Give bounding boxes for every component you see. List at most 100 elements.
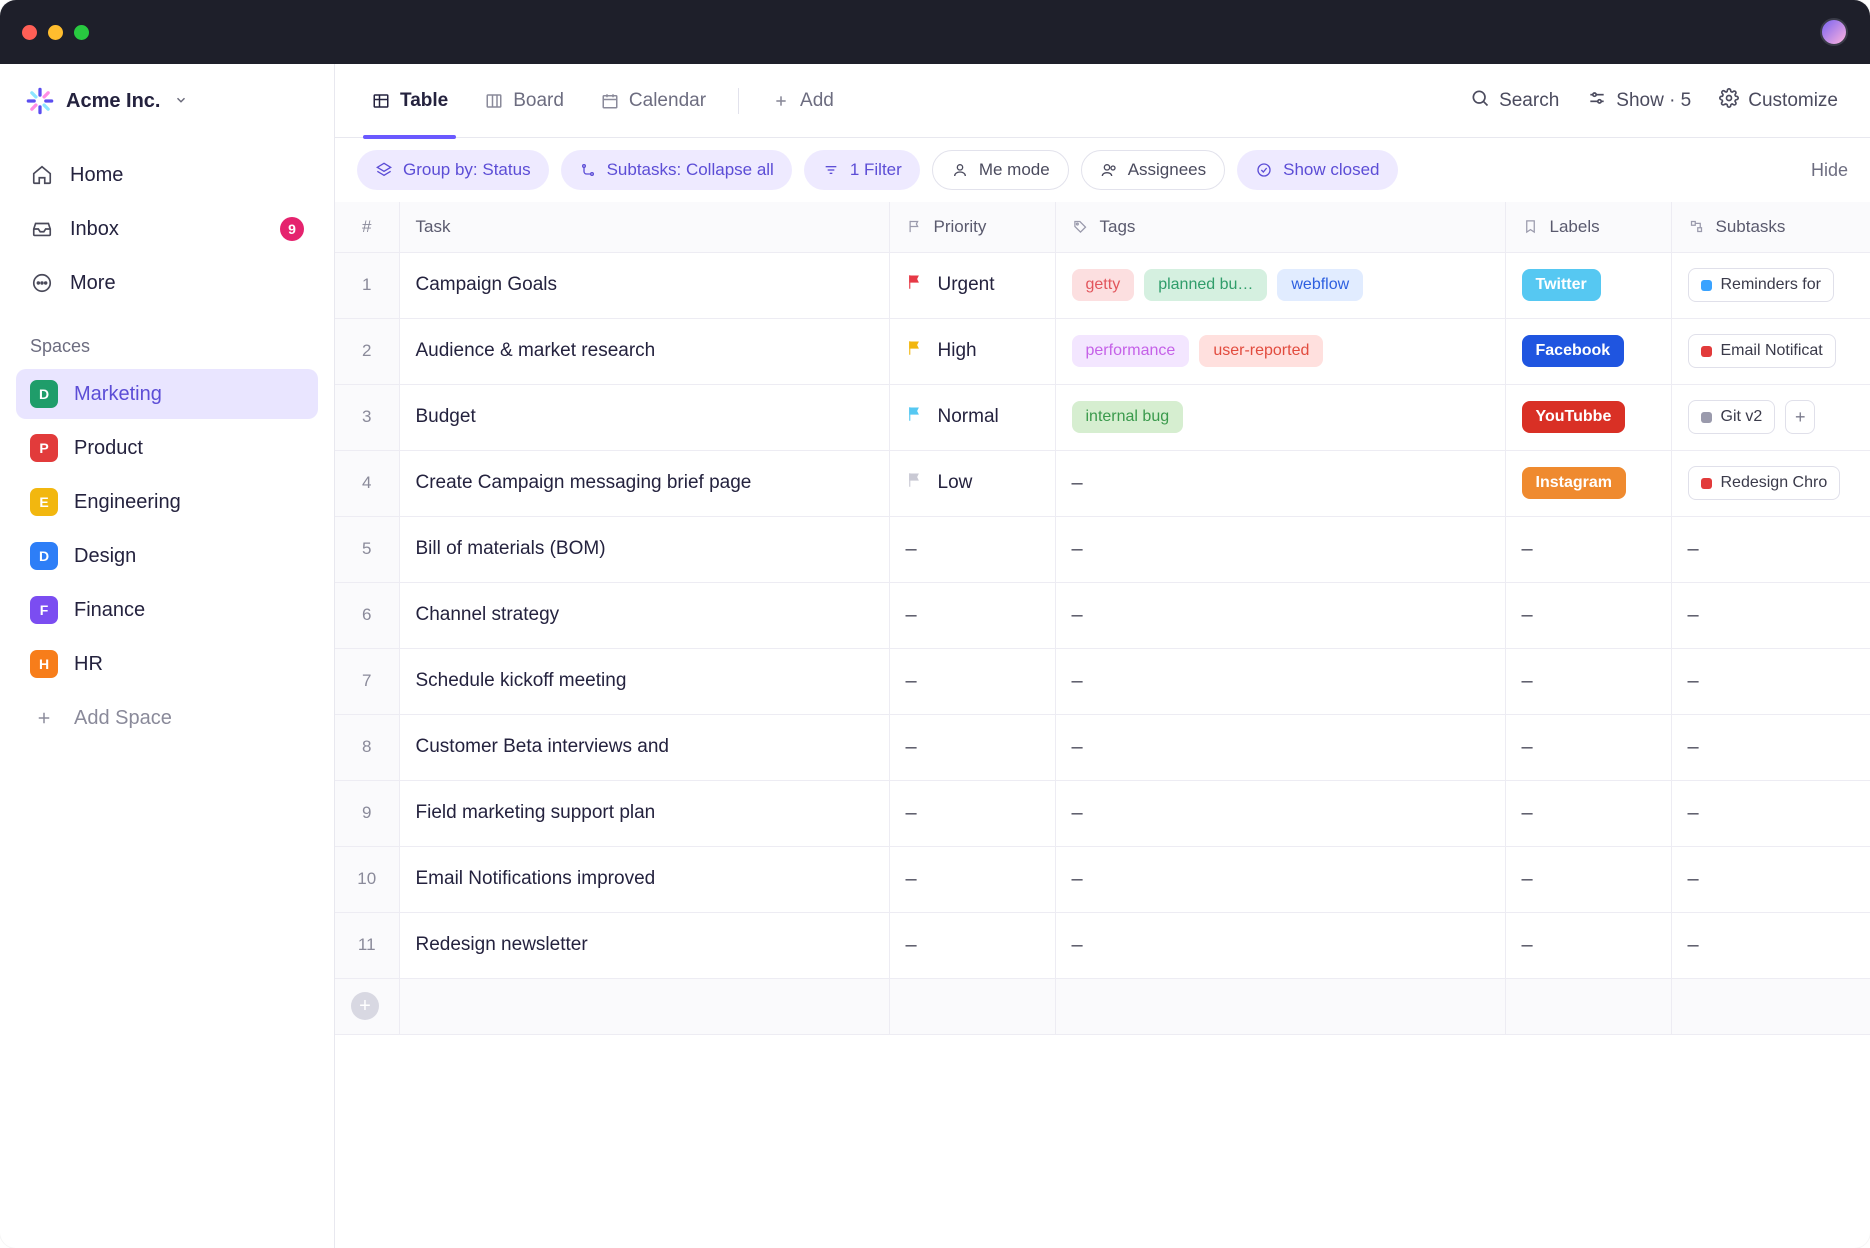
close-window[interactable] bbox=[22, 25, 37, 40]
tag[interactable]: getty bbox=[1072, 269, 1135, 301]
sidebar-space-product[interactable]: PProduct bbox=[16, 423, 318, 473]
tags-cell[interactable]: performanceuser-reported bbox=[1055, 318, 1505, 384]
priority-cell[interactable]: Normal bbox=[889, 384, 1055, 450]
task-name[interactable]: Field marketing support plan bbox=[399, 780, 889, 846]
tag[interactable]: internal bug bbox=[1072, 401, 1184, 433]
priority-cell[interactable]: – bbox=[889, 582, 1055, 648]
label-pill[interactable]: Instagram bbox=[1522, 467, 1626, 499]
tags-cell[interactable]: – bbox=[1055, 780, 1505, 846]
subtask-pill[interactable]: Git v2 bbox=[1688, 400, 1776, 434]
sidebar-space-design[interactable]: DDesign bbox=[16, 531, 318, 581]
column-task[interactable]: Task bbox=[399, 202, 889, 252]
task-name[interactable]: Audience & market research bbox=[399, 318, 889, 384]
tab-calendar[interactable]: Calendar bbox=[586, 64, 720, 138]
tags-cell[interactable]: – bbox=[1055, 714, 1505, 780]
minimize-window[interactable] bbox=[48, 25, 63, 40]
task-name[interactable]: Channel strategy bbox=[399, 582, 889, 648]
customize-button[interactable]: Customize bbox=[1709, 88, 1848, 114]
tag[interactable]: performance bbox=[1072, 335, 1190, 367]
tags-cell[interactable]: – bbox=[1055, 450, 1505, 516]
add-space-button[interactable]: Add Space bbox=[16, 693, 318, 743]
priority-cell[interactable]: – bbox=[889, 648, 1055, 714]
label-cell[interactable]: Facebook bbox=[1505, 318, 1671, 384]
table-row[interactable]: 1Campaign GoalsUrgentgettyplanned bu…web… bbox=[335, 252, 1870, 318]
tag[interactable]: webflow bbox=[1277, 269, 1363, 301]
priority-cell[interactable]: Low bbox=[889, 450, 1055, 516]
priority-cell[interactable]: – bbox=[889, 516, 1055, 582]
label-cell[interactable]: – bbox=[1505, 780, 1671, 846]
label-cell[interactable]: – bbox=[1505, 648, 1671, 714]
label-cell[interactable]: Twitter bbox=[1505, 252, 1671, 318]
label-cell[interactable]: – bbox=[1505, 714, 1671, 780]
column-priority[interactable]: Priority bbox=[889, 202, 1055, 252]
task-name[interactable]: Campaign Goals bbox=[399, 252, 889, 318]
workspace-switcher[interactable]: Acme Inc. bbox=[0, 64, 334, 138]
add-subtask-button[interactable]: + bbox=[1785, 400, 1815, 434]
subtasks-cell[interactable]: – bbox=[1671, 648, 1870, 714]
assignees-chip[interactable]: Assignees bbox=[1081, 150, 1225, 190]
label-cell[interactable]: – bbox=[1505, 582, 1671, 648]
priority-cell[interactable]: Urgent bbox=[889, 252, 1055, 318]
subtask-pill[interactable]: Redesign Chro bbox=[1688, 466, 1841, 500]
tab-board[interactable]: Board bbox=[470, 64, 578, 138]
task-name[interactable]: Create Campaign messaging brief page bbox=[399, 450, 889, 516]
label-pill[interactable]: Facebook bbox=[1522, 335, 1625, 367]
sidebar-space-marketing[interactable]: DMarketing bbox=[16, 369, 318, 419]
priority-cell[interactable]: – bbox=[889, 714, 1055, 780]
subtask-pill[interactable]: Reminders for bbox=[1688, 268, 1834, 302]
task-name[interactable]: Redesign newsletter bbox=[399, 912, 889, 978]
task-name[interactable]: Customer Beta interviews and bbox=[399, 714, 889, 780]
table-row[interactable]: 10Email Notifications improved–––– bbox=[335, 846, 1870, 912]
label-cell[interactable]: YouTubbe bbox=[1505, 384, 1671, 450]
subtasks-cell[interactable]: Reminders for bbox=[1671, 252, 1870, 318]
maximize-window[interactable] bbox=[74, 25, 89, 40]
subtasks-chip[interactable]: Subtasks: Collapse all bbox=[561, 150, 792, 190]
show-button[interactable]: Show · 5 bbox=[1577, 88, 1701, 114]
table-row[interactable]: 11Redesign newsletter–––– bbox=[335, 912, 1870, 978]
subtasks-cell[interactable]: – bbox=[1671, 714, 1870, 780]
subtasks-cell[interactable]: – bbox=[1671, 912, 1870, 978]
table-row[interactable]: 6Channel strategy–––– bbox=[335, 582, 1870, 648]
label-pill[interactable]: Twitter bbox=[1522, 269, 1601, 301]
subtasks-cell[interactable]: Redesign Chro bbox=[1671, 450, 1870, 516]
hide-filters-button[interactable]: Hide bbox=[1811, 160, 1848, 181]
nav-home[interactable]: Home bbox=[16, 150, 318, 200]
priority-cell[interactable]: High bbox=[889, 318, 1055, 384]
group-by-chip[interactable]: Group by: Status bbox=[357, 150, 549, 190]
sidebar-space-hr[interactable]: HHR bbox=[16, 639, 318, 689]
table-row[interactable]: 4Create Campaign messaging brief pageLow… bbox=[335, 450, 1870, 516]
column-tags[interactable]: Tags bbox=[1055, 202, 1505, 252]
nav-inbox[interactable]: Inbox 9 bbox=[16, 204, 318, 254]
subtasks-cell[interactable]: – bbox=[1671, 582, 1870, 648]
table-row[interactable]: 3BudgetNormalinternal bugYouTubbeGit v2+ bbox=[335, 384, 1870, 450]
subtasks-cell[interactable]: – bbox=[1671, 846, 1870, 912]
tags-cell[interactable]: – bbox=[1055, 912, 1505, 978]
label-cell[interactable]: – bbox=[1505, 516, 1671, 582]
tags-cell[interactable]: – bbox=[1055, 582, 1505, 648]
label-cell[interactable]: – bbox=[1505, 912, 1671, 978]
sidebar-space-engineering[interactable]: EEngineering bbox=[16, 477, 318, 527]
column-subtasks[interactable]: Subtasks bbox=[1671, 202, 1870, 252]
task-name[interactable]: Budget bbox=[399, 384, 889, 450]
filter-chip[interactable]: 1 Filter bbox=[804, 150, 920, 190]
tab-table[interactable]: Table bbox=[357, 64, 462, 138]
label-pill[interactable]: YouTubbe bbox=[1522, 401, 1626, 433]
tab-add-view[interactable]: Add bbox=[757, 64, 848, 138]
column-number[interactable]: # bbox=[335, 202, 399, 252]
table-row[interactable]: 2Audience & market researchHighperforman… bbox=[335, 318, 1870, 384]
task-name[interactable]: Bill of materials (BOM) bbox=[399, 516, 889, 582]
tag[interactable]: planned bu… bbox=[1144, 269, 1267, 301]
user-avatar[interactable] bbox=[1820, 18, 1848, 46]
column-labels[interactable]: Labels bbox=[1505, 202, 1671, 252]
label-cell[interactable]: Instagram bbox=[1505, 450, 1671, 516]
search-button[interactable]: Search bbox=[1460, 88, 1569, 114]
table-row[interactable]: 8Customer Beta interviews and–––– bbox=[335, 714, 1870, 780]
table-row[interactable]: 7Schedule kickoff meeting–––– bbox=[335, 648, 1870, 714]
task-name[interactable]: Email Notifications improved bbox=[399, 846, 889, 912]
priority-cell[interactable]: – bbox=[889, 846, 1055, 912]
label-cell[interactable]: – bbox=[1505, 846, 1671, 912]
subtasks-cell[interactable]: – bbox=[1671, 516, 1870, 582]
tags-cell[interactable]: getty planned bu… webflow bbox=[1055, 252, 1505, 318]
priority-cell[interactable]: – bbox=[889, 912, 1055, 978]
sidebar-space-finance[interactable]: FFinance bbox=[16, 585, 318, 635]
